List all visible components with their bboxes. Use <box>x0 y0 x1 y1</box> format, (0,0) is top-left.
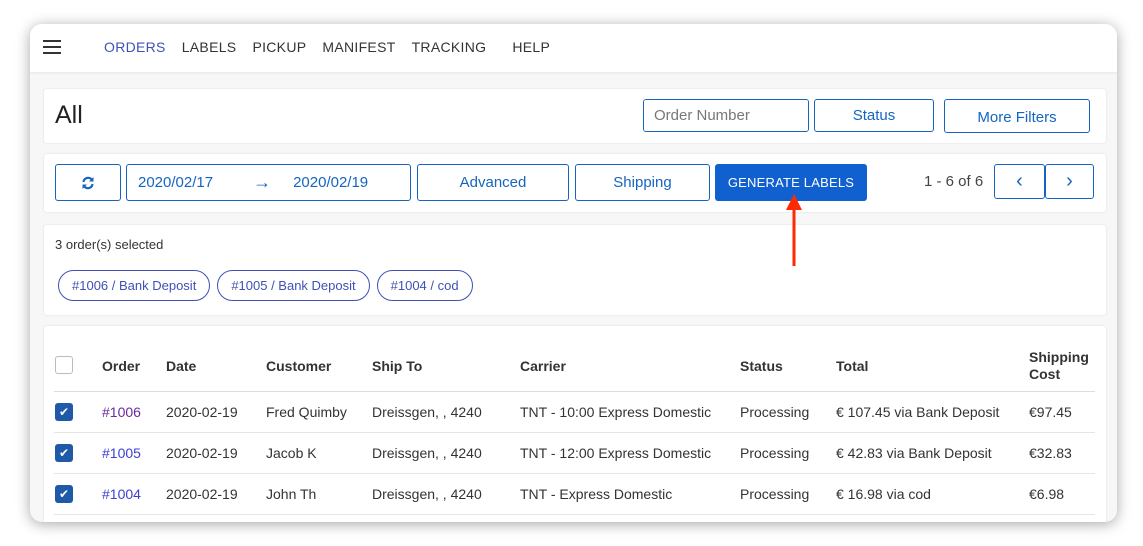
order-chip[interactable]: #1006 / Bank Deposit <box>58 270 211 301</box>
prev-page-button[interactable]: ‹ <box>994 164 1045 199</box>
orders-table: Order Date Customer Ship To Carrier Stat… <box>54 342 1095 515</box>
cell-carrier: TNT - 10:00 Express Domestic <box>520 391 740 433</box>
cell-date: 2020-02-19 <box>166 432 266 474</box>
status-filter-button[interactable]: Status <box>814 99 934 132</box>
cell-status: Processing <box>740 432 836 474</box>
table-header-row: Order Date Customer Ship To Carrier Stat… <box>54 342 1095 392</box>
cell-customer: John Th <box>266 473 372 515</box>
refresh-button[interactable] <box>55 164 121 201</box>
more-filters-button[interactable]: More Filters <box>944 99 1090 133</box>
order-search <box>643 99 809 132</box>
shipping-button[interactable]: Shipping <box>575 164 710 201</box>
table-row[interactable]: ✔ #1006 2020-02-19 Fred Quimby Dreissgen, , … <box>54 391 1095 433</box>
hamburger-menu-icon[interactable] <box>43 40 61 54</box>
column-header-order[interactable]: Order <box>102 342 166 392</box>
nav-tab-pickup[interactable]: PICKUP <box>252 39 306 55</box>
refresh-icon <box>82 176 94 189</box>
chevron-left-icon: ‹ <box>1016 170 1023 192</box>
order-link[interactable]: #1004 <box>102 486 141 502</box>
cell-carrier: TNT - Express Domestic <box>520 473 740 515</box>
cell-total: € 42.83 via Bank Deposit <box>836 432 1029 474</box>
cell-shipping-cost: €6.98 <box>1029 473 1095 515</box>
toolbar-card: 2020/02/17 → 2020/02/19 Advanced Shippin… <box>44 154 1106 212</box>
chevron-right-icon: › <box>1066 170 1073 192</box>
cell-ship-to: Dreissgen, , 4240 <box>372 432 520 474</box>
generate-labels-button[interactable]: GENERATE LABELS <box>715 164 867 201</box>
cell-shipping-cost: €97.45 <box>1029 391 1095 433</box>
column-header-total[interactable]: Total <box>836 342 1029 392</box>
cell-status: Processing <box>740 391 836 433</box>
filter-header-card: All Status More Filters <box>44 89 1106 143</box>
order-link[interactable]: #1005 <box>102 445 141 461</box>
pagination-text: 1 - 6 of 6 <box>924 173 984 190</box>
top-navigation: ORDERS LABELS PICKUP MANIFEST TRACKING H… <box>30 24 1117 74</box>
column-header-carrier[interactable]: Carrier <box>520 342 740 392</box>
advanced-button[interactable]: Advanced <box>417 164 569 201</box>
nav-tabs: ORDERS LABELS PICKUP MANIFEST TRACKING H… <box>104 39 566 55</box>
nav-tab-orders[interactable]: ORDERS <box>104 39 166 55</box>
cell-shipping-cost: €32.83 <box>1029 432 1095 474</box>
cell-customer: Jacob K <box>266 432 372 474</box>
row-checkbox[interactable]: ✔ <box>55 402 73 421</box>
selected-order-chips: #1006 / Bank Deposit #1005 / Bank Deposi… <box>58 270 480 301</box>
select-all-checkbox[interactable] <box>55 355 73 374</box>
order-number-input[interactable] <box>644 100 808 131</box>
date-range-picker[interactable]: 2020/02/17 → 2020/02/19 <box>126 164 411 201</box>
app-window: ORDERS LABELS PICKUP MANIFEST TRACKING H… <box>30 24 1117 522</box>
cell-customer: Fred Quimby <box>266 391 372 433</box>
nav-tab-help[interactable]: HELP <box>512 39 550 55</box>
date-to: 2020/02/19 <box>293 174 369 191</box>
column-header-shipping-cost[interactable]: Shipping Cost <box>1029 342 1095 392</box>
column-header-date[interactable]: Date <box>166 342 266 392</box>
row-checkbox[interactable]: ✔ <box>55 443 73 462</box>
cell-date: 2020-02-19 <box>166 473 266 515</box>
cell-status: Processing <box>740 473 836 515</box>
cell-ship-to: Dreissgen, , 4240 <box>372 391 520 433</box>
order-chip[interactable]: #1004 / cod <box>376 270 473 301</box>
column-header-customer[interactable]: Customer <box>266 342 372 392</box>
selected-count-text: 3 order(s) selected <box>55 237 164 252</box>
cell-date: 2020-02-19 <box>166 391 266 433</box>
cell-total: € 16.98 via cod <box>836 473 1029 515</box>
order-link[interactable]: #1006 <box>102 404 141 420</box>
order-chip[interactable]: #1005 / Bank Deposit <box>217 270 370 301</box>
nav-tab-tracking[interactable]: TRACKING <box>412 39 487 55</box>
nav-tab-labels[interactable]: LABELS <box>182 39 237 55</box>
selection-card: 3 order(s) selected #1006 / Bank Deposit… <box>44 225 1106 315</box>
nav-tab-manifest[interactable]: MANIFEST <box>322 39 395 55</box>
cell-total: € 107.45 via Bank Deposit <box>836 391 1029 433</box>
orders-table-card: Order Date Customer Ship To Carrier Stat… <box>44 326 1106 522</box>
column-header-status[interactable]: Status <box>740 342 836 392</box>
table-row[interactable]: ✔ #1004 2020-02-19 John Th Dreissgen, , 4240… <box>54 473 1095 515</box>
cell-ship-to: Dreissgen, , 4240 <box>372 473 520 515</box>
row-checkbox[interactable]: ✔ <box>55 484 73 503</box>
table-row[interactable]: ✔ #1005 2020-02-19 Jacob K Dreissgen, , 4240… <box>54 432 1095 474</box>
page-title: All <box>55 101 83 129</box>
date-from: 2020/02/17 <box>138 174 214 191</box>
next-page-button[interactable]: › <box>1045 164 1094 199</box>
cell-carrier: TNT - 12:00 Express Domestic <box>520 432 740 474</box>
column-header-ship-to[interactable]: Ship To <box>372 342 520 392</box>
arrow-right-icon: → <box>253 172 272 192</box>
